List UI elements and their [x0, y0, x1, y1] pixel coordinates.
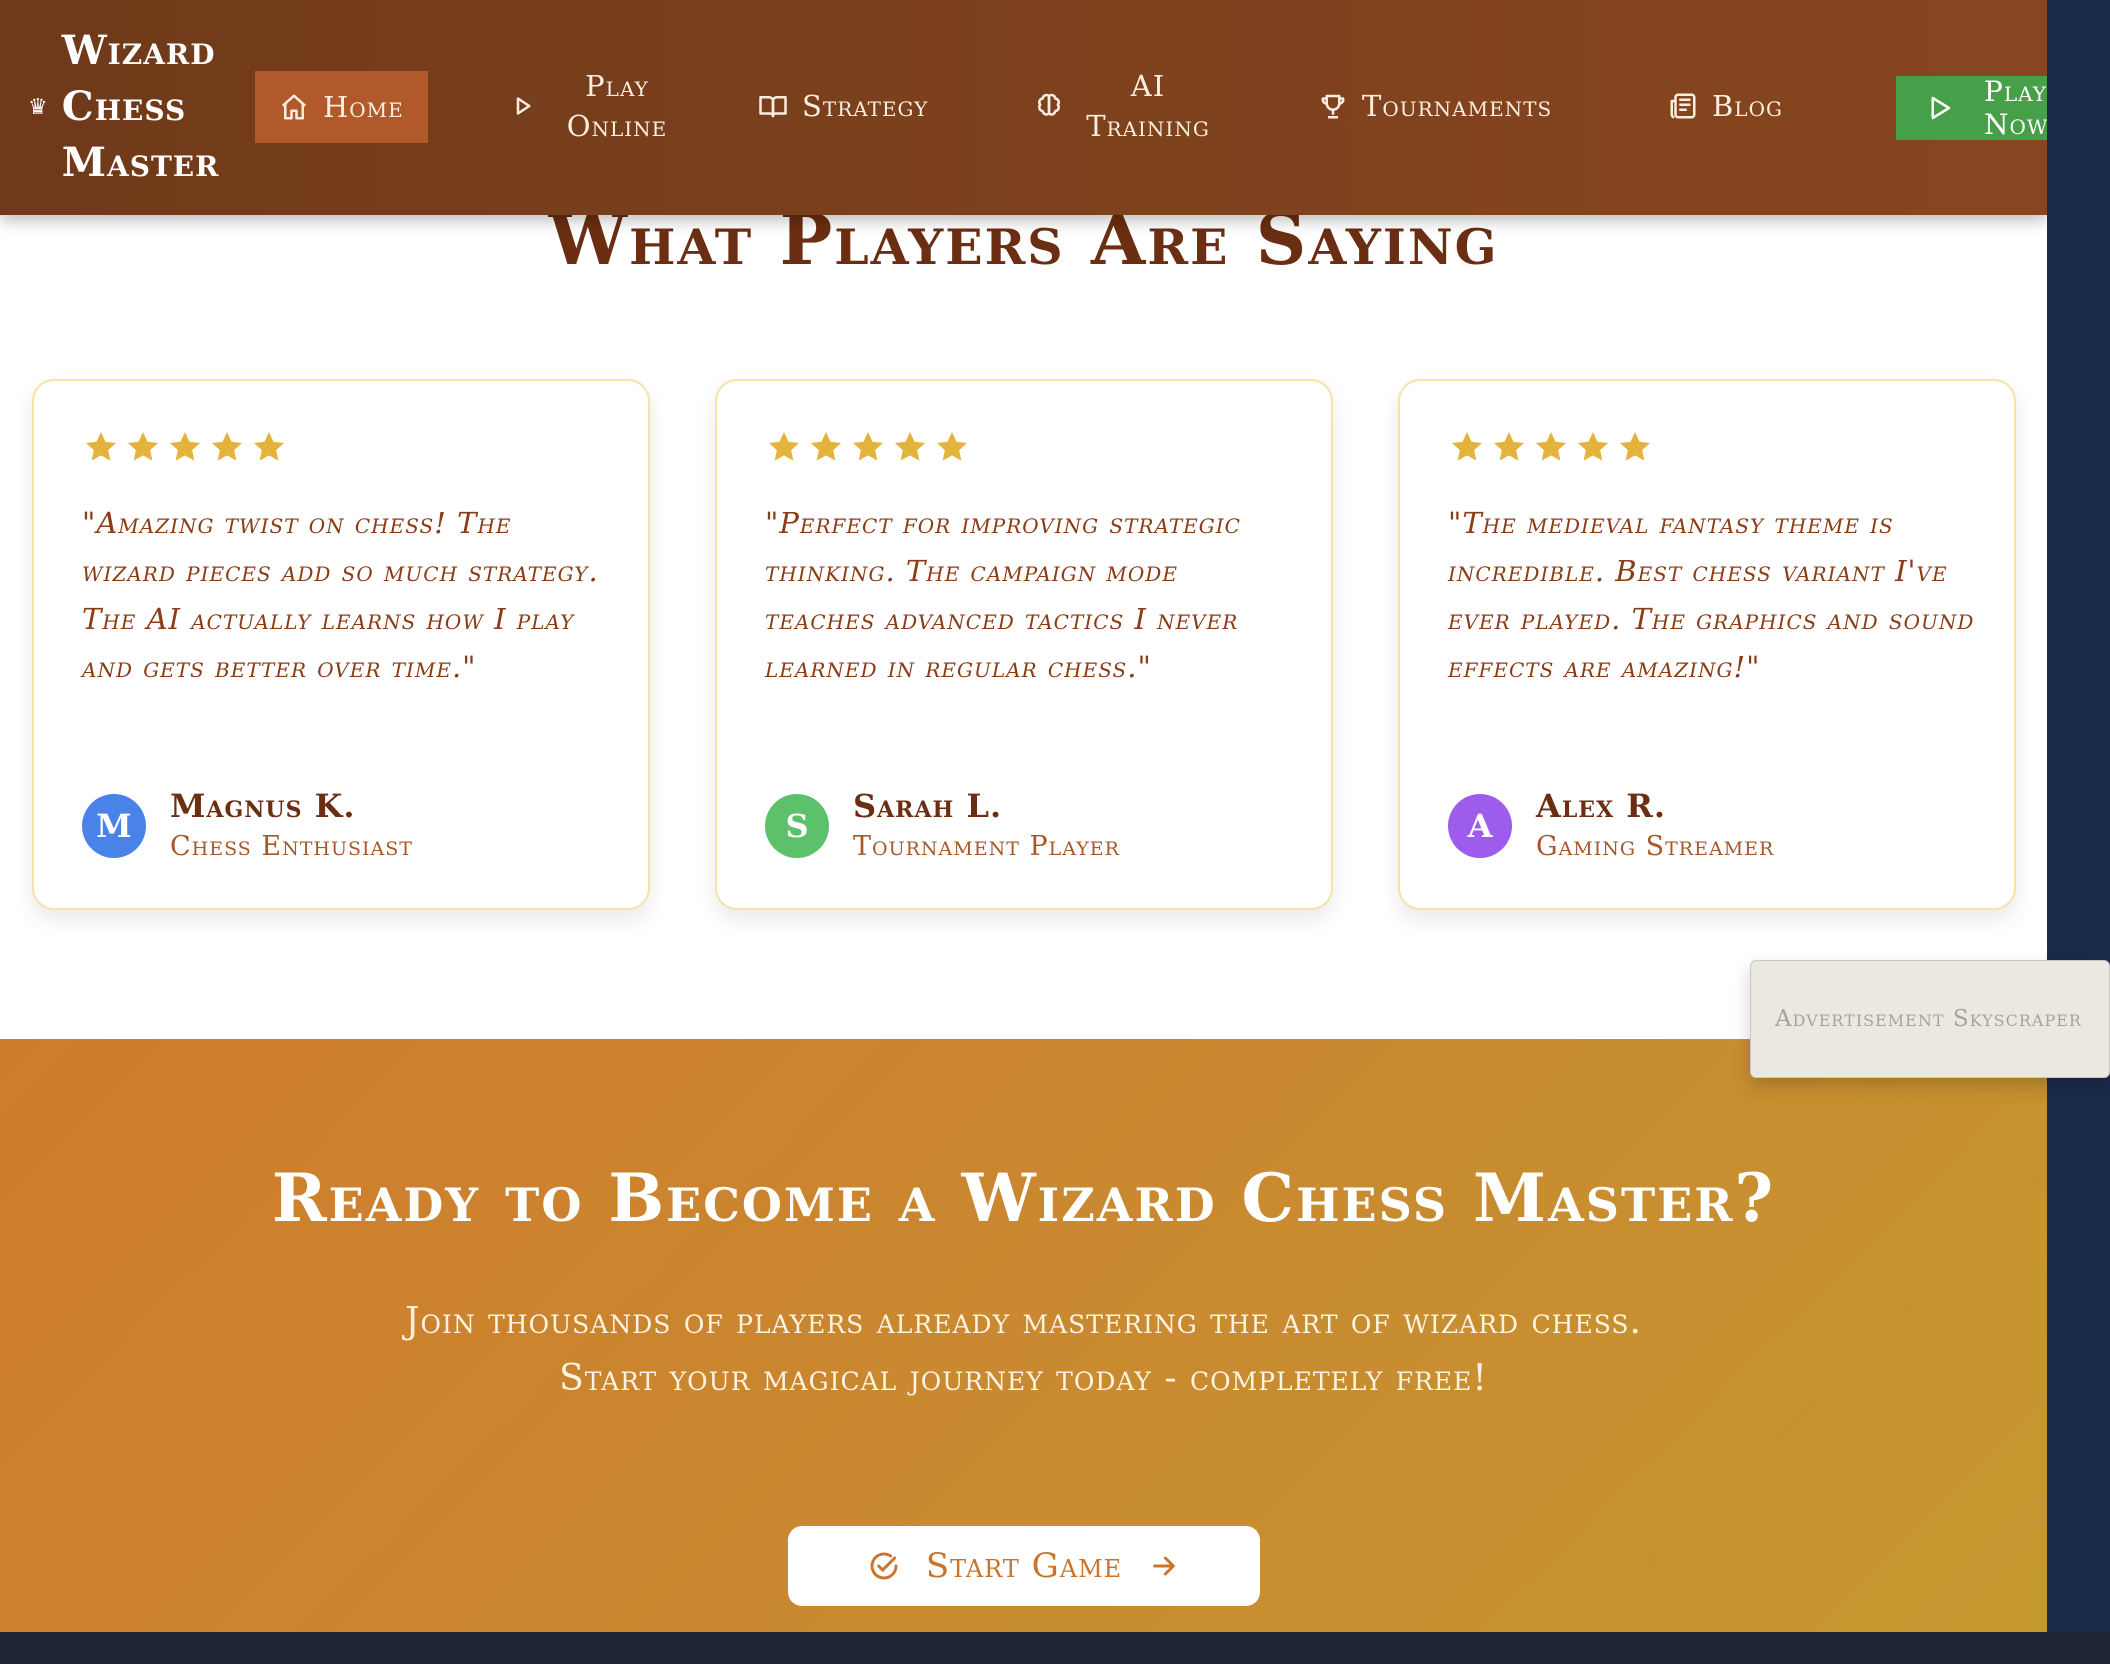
- star-icon: [128, 432, 158, 461]
- cta-text: Join thousands of players already master…: [405, 1301, 1642, 1399]
- author-role: Gaming Streamer: [1536, 831, 1775, 862]
- brand-name: Wizard Chess Master: [61, 27, 220, 186]
- nav-play-online-label: Play Online: [566, 69, 668, 143]
- nav-home-label: Home: [323, 90, 404, 124]
- play-now-button[interactable]: Play Now: [1896, 75, 2047, 141]
- testimonial-quote: "Amazing twist on chess! The wizard piec…: [82, 506, 599, 684]
- page: ♛ Wizard Chess Master Home Play Online S…: [0, 0, 2047, 1632]
- nav-play-online[interactable]: Play Online: [508, 66, 682, 146]
- page-background-right: [2047, 0, 2110, 1632]
- nav-tournaments-label: Tournaments: [1362, 89, 1553, 123]
- testimonial-quote: "Perfect for improving strategic thinkin…: [765, 506, 1241, 684]
- play-now-label: Play Now: [1984, 75, 2047, 141]
- brain-icon: [1034, 91, 1064, 121]
- page-background-bottom: [0, 1632, 2110, 1664]
- star-icon: [769, 432, 799, 461]
- nav-tournaments[interactable]: Tournaments: [1318, 86, 1552, 126]
- ad-label: Advertisement Skyscraper: [1775, 1006, 2082, 1032]
- author-name: Sarah L.: [853, 787, 1003, 825]
- star-icon: [254, 432, 284, 461]
- check-circle-icon: [870, 1552, 898, 1580]
- star-rating: [1448, 429, 1654, 465]
- home-icon: [279, 92, 309, 122]
- nav-strategy-label: Strategy: [802, 89, 929, 123]
- author-role: Chess Enthusiast: [170, 831, 413, 862]
- advertisement-skyscraper[interactable]: Advertisement Skyscraper: [1750, 960, 2110, 1078]
- star-icon: [1578, 432, 1608, 461]
- testimonial-card: "Amazing twist on chess! The wizard piec…: [32, 379, 650, 910]
- arrow-right-icon: [1153, 1556, 1175, 1576]
- star-icon: [1494, 432, 1524, 461]
- cta-title: Ready to Become a Wizard Chess Master?: [271, 1159, 1776, 1237]
- cta-section: Ready to Become a Wizard Chess Master? J…: [0, 1039, 2047, 1632]
- navbar: ♛ Wizard Chess Master Home Play Online S…: [0, 0, 2047, 215]
- nav-strategy[interactable]: Strategy: [758, 86, 928, 126]
- book-icon: [758, 91, 788, 121]
- nav-blog[interactable]: Blog: [1668, 86, 1783, 126]
- play-icon: [508, 91, 538, 121]
- start-game-button[interactable]: Start Game: [788, 1526, 1260, 1606]
- nav-ai-training[interactable]: AI Training: [1034, 66, 1218, 146]
- nav-blog-label: Blog: [1712, 89, 1783, 123]
- nav-ai-training-label: AI Training: [1086, 69, 1210, 143]
- star-icon: [1536, 432, 1566, 461]
- avatar: M: [82, 794, 146, 858]
- newspaper-icon: [1668, 91, 1698, 121]
- star-icon: [811, 432, 841, 461]
- star-rating: [82, 429, 288, 465]
- testimonial-author: S Sarah L. Tournament Player: [765, 785, 1120, 867]
- avatar: A: [1448, 794, 1512, 858]
- nav-home[interactable]: Home: [255, 71, 428, 143]
- author-name: Magnus K.: [170, 787, 356, 825]
- brand-logo[interactable]: ♛ Wizard Chess Master: [28, 22, 232, 192]
- star-icon: [895, 432, 925, 461]
- testimonial-author: M Magnus K. Chess Enthusiast: [82, 785, 413, 867]
- start-game-label: Start Game: [925, 1546, 1123, 1586]
- star-icon: [212, 432, 242, 461]
- testimonial-author: A Alex R. Gaming Streamer: [1448, 785, 1774, 867]
- star-icon: [1452, 432, 1482, 461]
- testimonial-quote: "The medieval fantasy theme is incredibl…: [1448, 506, 1975, 684]
- star-icon: [1620, 432, 1650, 461]
- avatar: S: [765, 794, 829, 858]
- author-role: Tournament Player: [853, 831, 1120, 862]
- star-icon: [937, 432, 967, 461]
- play-icon: [1924, 93, 1954, 123]
- trophy-icon: [1318, 91, 1348, 121]
- testimonial-card: "The medieval fantasy theme is incredibl…: [1398, 379, 2016, 910]
- crown-icon: ♛: [28, 94, 48, 120]
- star-icon: [86, 432, 116, 461]
- star-rating: [765, 429, 971, 465]
- star-icon: [170, 432, 200, 461]
- testimonial-card: "Perfect for improving strategic thinkin…: [715, 379, 1333, 910]
- star-icon: [853, 432, 883, 461]
- author-name: Alex R.: [1536, 787, 1667, 825]
